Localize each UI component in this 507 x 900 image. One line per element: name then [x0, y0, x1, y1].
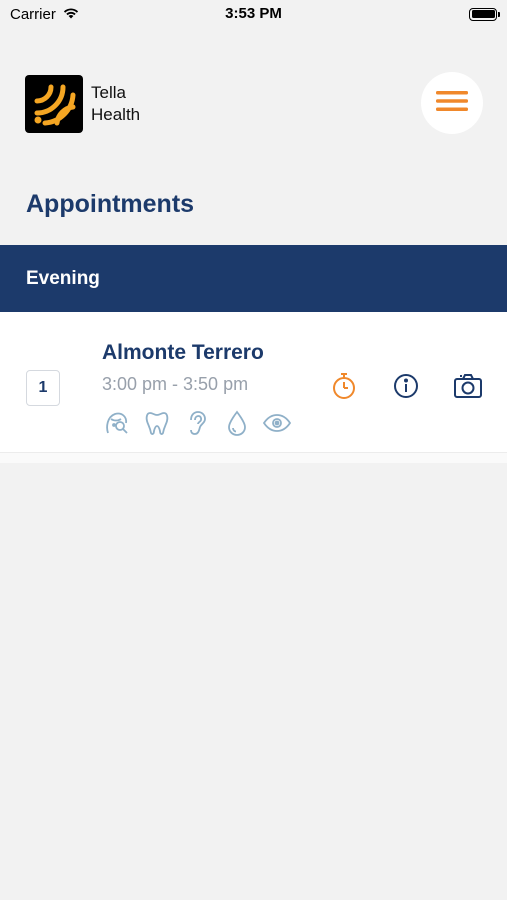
patient-name: Almonte Terrero — [102, 341, 264, 364]
tooth-icon — [142, 408, 172, 438]
face-icon — [102, 408, 132, 438]
card-divider — [0, 453, 507, 463]
hamburger-icon — [436, 89, 468, 118]
section-header-evening: Evening — [0, 245, 507, 312]
page-title: Appointments — [26, 190, 195, 218]
brand-name: Tella Health — [91, 82, 140, 126]
menu-button[interactable] — [421, 72, 483, 134]
tella-logo-icon — [25, 75, 83, 133]
timer-icon[interactable] — [328, 370, 360, 402]
status-time: 3:53 PM — [225, 5, 282, 22]
brand-line2: Health — [91, 105, 141, 124]
appointment-index: 1 — [26, 370, 60, 406]
camera-icon[interactable] — [452, 370, 484, 402]
info-icon[interactable] — [390, 370, 422, 402]
section-label: Evening — [26, 267, 100, 289]
ear-icon — [182, 408, 212, 438]
appointment-time: 3:00 pm - 3:50 pm — [102, 374, 249, 394]
app-header: Tella Health — [25, 75, 140, 133]
appointment-actions — [328, 370, 484, 402]
drop-icon — [222, 408, 252, 438]
brand-line1: Tella — [91, 83, 126, 102]
appointment-card[interactable]: 1 Almonte Terrero 3:00 pm - 3:50 pm — [0, 312, 507, 453]
eye-icon — [262, 408, 292, 438]
service-icons — [102, 408, 292, 438]
